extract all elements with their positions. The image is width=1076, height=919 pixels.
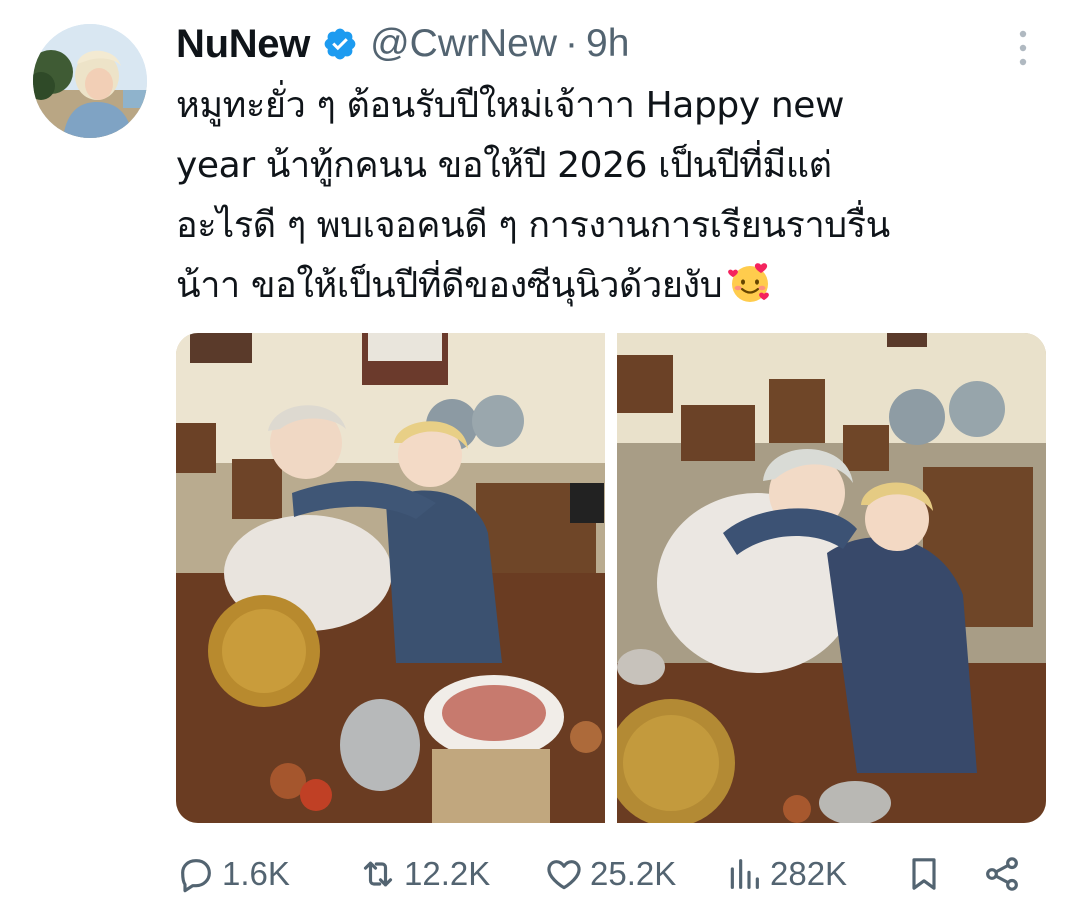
repost-icon <box>363 861 393 887</box>
share-icon <box>986 857 1018 891</box>
author-avatar[interactable] <box>33 24 147 138</box>
tweet-text-line: year น้าทู้กคนน ขอให้ปี 2026 เป็นปีที่มี… <box>176 145 832 186</box>
photo-two-people-posing-at-bbq-table <box>617 333 1046 823</box>
reply-icon <box>181 859 211 893</box>
timestamp[interactable]: 9h <box>586 22 629 66</box>
tweet-photo-1[interactable] <box>176 333 605 823</box>
header-separator: · <box>565 22 579 65</box>
views-bar-chart-icon <box>730 859 759 889</box>
repost-count: 12.2K <box>404 855 491 892</box>
repost-button[interactable]: 12.2K <box>358 845 490 903</box>
heart-icon <box>547 860 581 890</box>
verified-badge-icon[interactable] <box>322 26 358 62</box>
avatar-photo <box>33 24 147 138</box>
reply-button[interactable]: 1.6K <box>176 845 290 903</box>
photo-two-people-at-bbq-table <box>176 333 605 823</box>
tweet-text-line: อะไรดี ๆ พบเจอคนดี ๆ การงานการเรียนราบรื… <box>176 205 890 246</box>
share-button[interactable] <box>982 845 1028 903</box>
smiling-face-with-hearts-icon <box>728 263 770 302</box>
views-button[interactable]: 282K <box>724 845 847 903</box>
more-options-icon[interactable] <box>1010 28 1036 68</box>
bookmark-button[interactable] <box>904 845 950 903</box>
tweet-header: NuNew @CwrNew · 9h <box>176 20 629 68</box>
tweet-actions: 1.6K 12.2K 25.2K 282K <box>176 845 1036 903</box>
view-count: 282K <box>770 855 848 892</box>
tweet-text-line: น้าา ขอให้เป็นปีที่ดีของซีนุนิวด้วยงับ <box>176 265 723 306</box>
like-button[interactable]: 25.2K <box>544 845 676 903</box>
tweet-text-line: หมูทะยั่ว ๆ ต้อนรับปีใหม่เจ้าาา Happy ne… <box>176 85 845 126</box>
author-handle[interactable]: @CwrNew <box>370 22 557 66</box>
tweet-photo-2[interactable] <box>617 333 1046 823</box>
like-count: 25.2K <box>590 855 677 892</box>
reply-count: 1.6K <box>222 855 290 892</box>
tweet-text-line-last: น้าา ขอให้เป็นปีที่ดีของซีนุนิวด้วยงับ <box>176 256 1056 316</box>
bookmark-icon <box>912 858 936 890</box>
author-display-name[interactable]: NuNew <box>176 22 310 67</box>
tweet-text: หมูทะยั่ว ๆ ต้อนรับปีใหม่เจ้าาา Happy ne… <box>176 76 1056 316</box>
